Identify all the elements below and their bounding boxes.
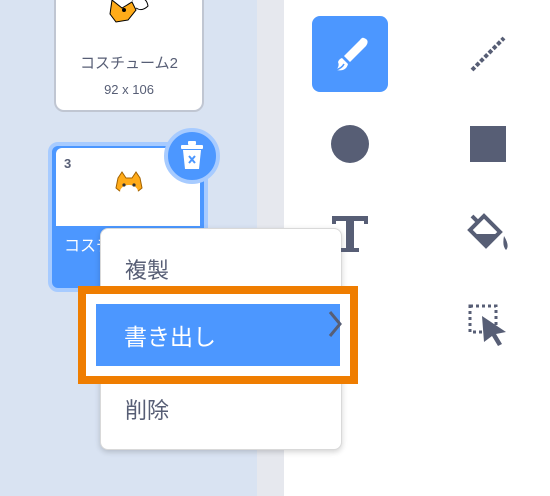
brush-tool-button[interactable] xyxy=(312,16,388,92)
brush-icon xyxy=(335,37,368,71)
eraser-icon xyxy=(328,311,342,337)
rectangle-icon xyxy=(470,126,506,162)
fill-icon xyxy=(467,213,508,250)
cat-face-thumbnail xyxy=(115,171,143,199)
menu-item-delete[interactable]: 削除 xyxy=(101,379,343,439)
costume-size: 92 x 106 xyxy=(104,82,154,97)
circle-tool-button[interactable] xyxy=(312,106,388,182)
costume-number: 3 xyxy=(64,156,72,171)
menu-item-export[interactable]: 書き出し xyxy=(92,300,344,370)
menu-item-label: 複製 xyxy=(125,258,170,283)
select-tool-button[interactable] xyxy=(450,286,526,362)
select-icon xyxy=(468,304,506,346)
delete-costume-button[interactable] xyxy=(164,128,220,184)
eraser-tool-button[interactable] xyxy=(312,286,388,362)
circle-icon xyxy=(331,125,369,163)
line-tool-button[interactable] xyxy=(450,16,526,92)
menu-item-label: 削除 xyxy=(125,398,170,423)
text-icon xyxy=(332,216,368,252)
fill-tool-button[interactable] xyxy=(450,196,526,272)
line-icon xyxy=(470,36,506,72)
menu-item-label: 書き出し xyxy=(124,324,216,350)
rectangle-tool-button[interactable] xyxy=(450,106,526,182)
costume-name: コスチューム2 xyxy=(80,55,178,72)
cat-sprite-thumbnail xyxy=(109,0,149,23)
text-tool-button[interactable] xyxy=(312,196,388,272)
costume-tile[interactable]: コスチューム2 92 x 106 xyxy=(54,0,204,112)
trash-icon xyxy=(181,141,203,169)
